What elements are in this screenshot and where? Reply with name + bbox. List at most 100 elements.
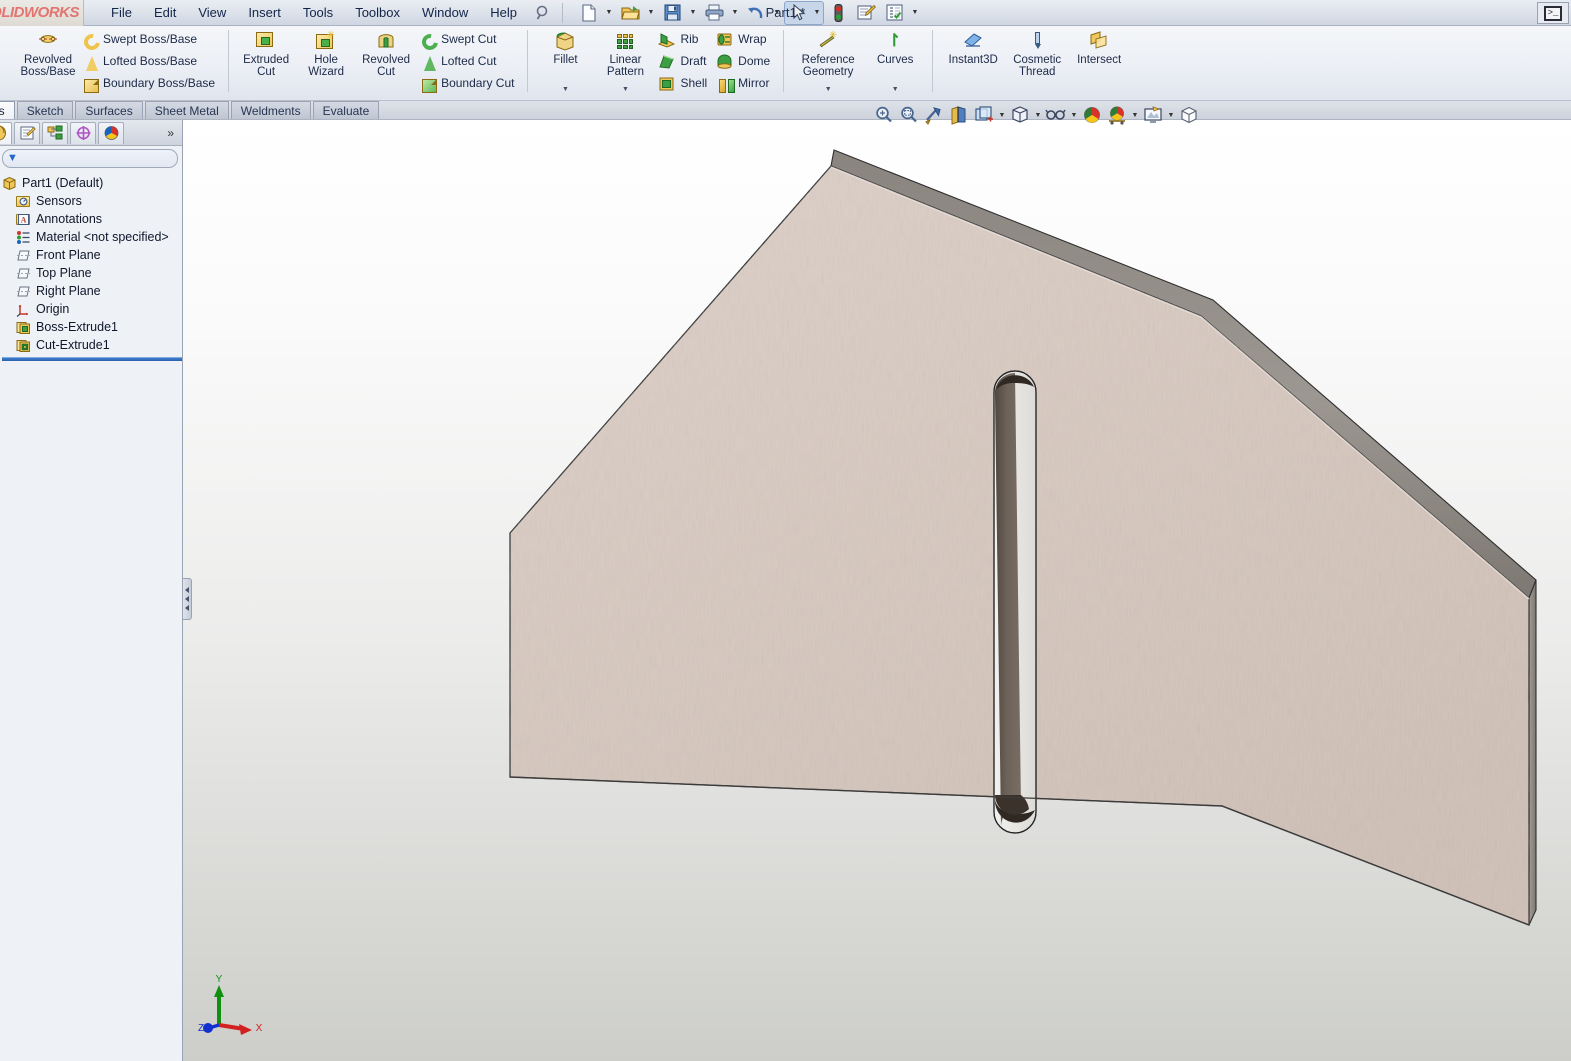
menu-file[interactable]: File: [100, 1, 143, 24]
print-icon[interactable]: [701, 2, 727, 24]
options-caret-icon[interactable]: ▼: [909, 2, 921, 24]
extruded-cut-label-2: Cut: [257, 66, 275, 78]
view-orientation-caret-icon[interactable]: ▼: [997, 104, 1007, 126]
display-style-icon[interactable]: [1008, 104, 1032, 126]
rib-button[interactable]: Rib: [655, 28, 713, 50]
new-document-caret-icon[interactable]: ▼: [603, 2, 615, 24]
draft-button[interactable]: Draft: [655, 50, 713, 72]
menu-edit[interactable]: Edit: [143, 1, 187, 24]
reference-geometry-button[interactable]: ✳ ReferenceGeometry: [791, 26, 865, 78]
select-cursor-button[interactable]: ▼: [785, 2, 823, 24]
boundary-cut-button[interactable]: Boundary Cut: [416, 72, 520, 94]
property-manager-tab[interactable]: [14, 122, 40, 144]
tree-item-front-plane[interactable]: Front Plane: [2, 246, 182, 264]
tree-item-part[interactable]: Part1 (Default): [2, 174, 182, 192]
tree-item-material[interactable]: Material <not specified>: [2, 228, 182, 246]
extruded-boss-base-button[interactable]: dedlase: [0, 26, 18, 100]
tab-features[interactable]: es: [0, 101, 15, 119]
rebuild-icon[interactable]: [825, 2, 851, 24]
mirror-button[interactable]: Mirror: [713, 72, 776, 94]
hide-show-items-icon[interactable]: [1044, 104, 1068, 126]
more-tabs-icon[interactable]: »: [167, 126, 182, 140]
tree-item-cut-extrude1[interactable]: Cut-Extrude1: [2, 336, 182, 354]
dome-icon: [716, 53, 733, 70]
feature-filter-input[interactable]: ▼: [2, 149, 178, 168]
section-view-icon[interactable]: [947, 104, 971, 126]
tab-sketch[interactable]: Sketch: [17, 101, 74, 119]
select-cursor-caret-icon[interactable]: ▼: [811, 2, 823, 24]
menu-window[interactable]: Window: [411, 1, 479, 24]
options-icon[interactable]: [881, 2, 907, 24]
swept-cut-button[interactable]: Swept Cut: [416, 28, 520, 50]
dome-button[interactable]: Dome: [713, 50, 776, 72]
file-properties-icon[interactable]: [853, 2, 879, 24]
tree-item-origin[interactable]: Origin: [2, 300, 182, 318]
ribbon-group-boss-base: dedlase RevolvedBoss/Base Swept Boss/Bas…: [0, 26, 225, 100]
apply-scene-caret-icon[interactable]: ▼: [1130, 104, 1140, 126]
tab-surfaces[interactable]: Surfaces: [75, 101, 142, 119]
edit-appearance-icon[interactable]: [1080, 104, 1104, 126]
new-document-icon[interactable]: [575, 2, 601, 24]
save-caret-icon[interactable]: ▼: [687, 2, 699, 24]
previous-view-icon[interactable]: [922, 104, 946, 126]
curves-button[interactable]: ↾ Curves: [865, 26, 925, 66]
save-icon[interactable]: [659, 2, 685, 24]
swept-boss-base-button[interactable]: Swept Boss/Base: [78, 28, 221, 50]
terminal-icon[interactable]: >_: [1537, 2, 1569, 24]
print-caret-icon[interactable]: ▼: [729, 2, 741, 24]
instant3d-button[interactable]: Instant3D: [940, 26, 1006, 100]
view-settings-icon[interactable]: [1141, 104, 1165, 126]
intersect-button[interactable]: Intersect: [1068, 26, 1130, 100]
tab-evaluate[interactable]: Evaluate: [313, 101, 380, 119]
curves-caret-icon[interactable]: ▼: [865, 86, 925, 100]
fillet-button[interactable]: Fillet: [535, 26, 595, 66]
display-manager-tab[interactable]: [98, 122, 124, 144]
view-cube-icon[interactable]: [1177, 104, 1201, 126]
menu-view[interactable]: View: [187, 1, 237, 24]
wrap-button[interactable]: Wrap: [713, 28, 776, 50]
configuration-manager-tab[interactable]: [42, 122, 68, 144]
hide-show-items-caret-icon[interactable]: ▼: [1069, 104, 1079, 126]
zoom-to-fit-icon[interactable]: [872, 104, 896, 126]
revolved-cut-button[interactable]: RevolvedCut: [356, 26, 416, 100]
shell-button[interactable]: Shell: [655, 72, 713, 94]
tree-item-boss-extrude1[interactable]: Boss-Extrude1: [2, 318, 182, 336]
open-document-icon[interactable]: [617, 2, 643, 24]
lofted-boss-base-button[interactable]: Lofted Boss/Base: [78, 50, 221, 72]
linear-pattern-caret-icon[interactable]: ▼: [595, 86, 655, 100]
fillet-caret-icon[interactable]: ▼: [535, 86, 595, 100]
dimxpert-manager-tab[interactable]: [70, 122, 96, 144]
select-cursor-icon[interactable]: [785, 2, 811, 24]
menu-tools[interactable]: Tools: [292, 1, 344, 24]
boundary-boss-base-button[interactable]: Boundary Boss/Base: [78, 72, 221, 94]
hole-wizard-button[interactable]: ✳ HoleWizard: [296, 26, 356, 100]
graphics-area[interactable]: Y X Z: [183, 120, 1571, 1061]
feature-manager-tab[interactable]: [0, 122, 12, 144]
reference-geometry-caret-icon[interactable]: ▼: [791, 86, 865, 100]
linear-pattern-button[interactable]: LinearPattern: [595, 26, 655, 78]
tree-item-top-plane[interactable]: Top Plane: [2, 264, 182, 282]
tree-item-right-plane[interactable]: Right Plane: [2, 282, 182, 300]
search-icon[interactable]: [530, 2, 556, 24]
view-orientation-icon[interactable]: [972, 104, 996, 126]
panel-collapse-handle[interactable]: [183, 578, 192, 620]
menu-help[interactable]: Help: [479, 1, 528, 24]
zoom-to-area-icon[interactable]: [897, 104, 921, 126]
extruded-cut-button[interactable]: ExtrudedCut: [236, 26, 296, 100]
tab-weldments[interactable]: Weldments: [231, 101, 311, 119]
tab-sheet-metal[interactable]: Sheet Metal: [145, 101, 229, 119]
tree-item-sensors[interactable]: Sensors: [2, 192, 182, 210]
revolved-boss-base-button[interactable]: RevolvedBoss/Base: [18, 26, 78, 100]
cosmetic-thread-button[interactable]: CosmeticThread: [1006, 26, 1068, 100]
apply-scene-icon[interactable]: [1105, 104, 1129, 126]
undo-caret-icon[interactable]: ▼: [771, 2, 783, 24]
undo-icon[interactable]: [743, 2, 769, 24]
rollback-bar[interactable]: [2, 357, 182, 361]
tree-item-annotations[interactable]: A Annotations: [2, 210, 182, 228]
lofted-cut-button[interactable]: Lofted Cut: [416, 50, 520, 72]
open-document-caret-icon[interactable]: ▼: [645, 2, 657, 24]
menu-toolbox[interactable]: Toolbox: [344, 1, 411, 24]
view-settings-caret-icon[interactable]: ▼: [1166, 104, 1176, 126]
display-style-caret-icon[interactable]: ▼: [1033, 104, 1043, 126]
menu-insert[interactable]: Insert: [237, 1, 292, 24]
